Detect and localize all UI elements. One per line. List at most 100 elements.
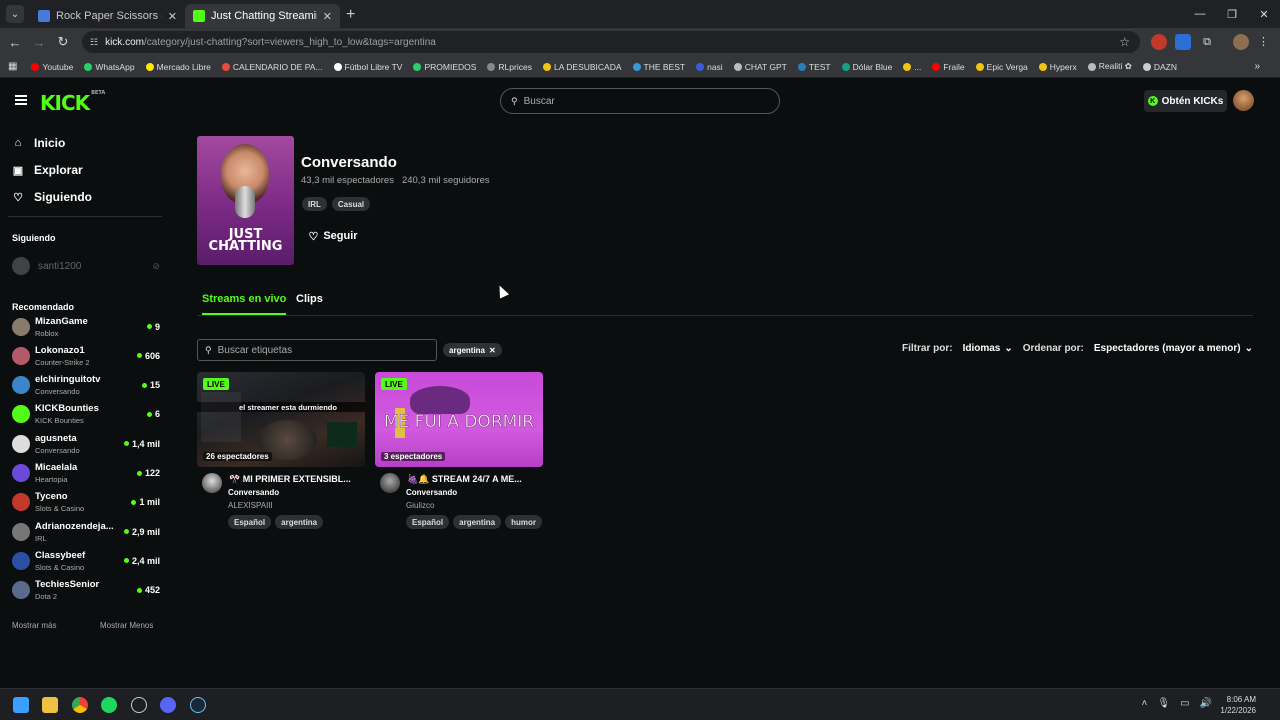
stream-tag[interactable]: Español xyxy=(228,515,272,529)
stream-card[interactable]: el streamer esta durmiendo LIVE 26 espec… xyxy=(197,372,365,533)
network-icon[interactable]: ▭ xyxy=(1180,698,1189,709)
site-info-icon[interactable]: ☷ xyxy=(90,37,98,48)
tag-search-input[interactable] xyxy=(217,344,418,356)
close-tab-icon[interactable]: ✕ xyxy=(323,10,332,23)
stream-category[interactable]: Conversando xyxy=(406,488,457,497)
following-channel[interactable]: santi1200 ⊘ xyxy=(12,257,160,275)
bookmark-item[interactable]: Fraile xyxy=(932,62,965,72)
volume-icon[interactable]: 🔊 xyxy=(1200,698,1212,709)
new-tab-icon[interactable]: + xyxy=(346,6,355,24)
show-less-button[interactable]: Mostrar Menos xyxy=(100,621,153,630)
clock[interactable]: 8:06 AM 1/22/2026 xyxy=(1220,694,1256,716)
bookmark-item[interactable]: Fútbol Libre TV xyxy=(333,62,402,72)
stream-card[interactable]: ME FUI A DORMIR LIVE 3 espectadores 🍇🔔 S… xyxy=(375,372,543,533)
bookmark-item[interactable]: RLprices xyxy=(487,62,532,72)
stream-title[interactable]: 🍇🔔 STREAM 24/7 A ME... xyxy=(407,474,542,485)
tag-search[interactable]: ⚲ xyxy=(197,339,437,361)
recommended-channel[interactable]: Micaelala Heartopia 122 xyxy=(12,459,160,488)
maximize-icon[interactable]: ❐ xyxy=(1216,0,1248,28)
kick-logo[interactable]: KICK BETA xyxy=(40,90,105,115)
more-bookmarks-icon[interactable]: » xyxy=(1254,61,1260,72)
menu-icon[interactable] xyxy=(15,95,27,105)
recommended-channel[interactable]: Tyceno Slots & Casino 1 mil xyxy=(12,488,160,517)
language-dropdown[interactable]: Idiomas ⌄ xyxy=(963,343,1013,354)
windows-start-icon[interactable] xyxy=(13,697,29,713)
steam-icon[interactable] xyxy=(190,697,206,713)
bookmark-star-icon[interactable]: ☆ xyxy=(1119,35,1130,49)
user-avatar[interactable] xyxy=(1233,90,1254,111)
chrome-icon[interactable] xyxy=(72,697,88,713)
forward-icon[interactable]: → xyxy=(27,35,51,50)
apps-icon[interactable]: ▦ xyxy=(8,61,17,72)
extension-icon[interactable] xyxy=(1175,34,1191,50)
tab-search-icon[interactable]: ⌄ xyxy=(6,5,24,23)
bookmark-item[interactable]: Hyperx xyxy=(1038,62,1077,72)
address-bar[interactable]: ☷ kick.com /category/just-chatting?sort=… xyxy=(82,31,1140,53)
streamer-name[interactable]: ALEXISPAIII xyxy=(228,501,273,510)
bookmark-item[interactable]: ... xyxy=(903,62,921,72)
close-window-icon[interactable]: ✕ xyxy=(1248,0,1280,28)
recommended-channel[interactable]: TechiesSenior Dota 2 452 xyxy=(12,576,160,605)
minimize-icon[interactable]: — xyxy=(1184,0,1216,28)
close-tab-icon[interactable]: ✕ xyxy=(168,10,177,23)
bookmark-item[interactable]: DAZN xyxy=(1142,62,1177,72)
recommended-channel[interactable]: agusneta Conversando 1,4 mil xyxy=(12,429,160,458)
stream-tag[interactable]: humor xyxy=(505,515,543,529)
back-icon[interactable]: ← xyxy=(3,35,27,50)
show-more-button[interactable]: Mostrar más xyxy=(12,621,56,630)
recommended-channel[interactable]: Lokonazo1 Counter-Strike 2 606 xyxy=(12,341,160,370)
stream-title[interactable]: 🎌 MI PRIMER EXTENSIBL... xyxy=(229,474,364,485)
stream-tag[interactable]: Español xyxy=(406,515,450,529)
bookmark-item[interactable]: LA DESUBICADA xyxy=(542,62,622,72)
browser-tab-1[interactable]: Rock Paper Scissors - Play Onli ✕ xyxy=(30,4,185,28)
sort-dropdown[interactable]: Espectadores (mayor a menor) ⌄ xyxy=(1094,343,1253,354)
recommended-channel[interactable]: Adrianozendeja... IRL 2,9 mil xyxy=(12,517,160,546)
bookmark-item[interactable]: Youtube xyxy=(31,62,73,72)
streamer-name[interactable]: Giulizco xyxy=(406,501,434,510)
tab-clips[interactable]: Clips xyxy=(296,293,323,315)
get-kicks-button[interactable]: K Obtén KICKs xyxy=(1144,90,1227,112)
nav-following[interactable]: ♡ Siguiendo xyxy=(12,190,92,204)
chevron-up-icon[interactable]: ˄ xyxy=(1142,698,1148,709)
streamer-avatar[interactable] xyxy=(380,473,400,493)
stream-thumbnail[interactable]: el streamer esta durmiendo LIVE 26 espec… xyxy=(197,372,365,467)
bookmark-item[interactable]: THE BEST xyxy=(632,62,685,72)
stream-tag[interactable]: argentina xyxy=(453,515,502,529)
category-tag[interactable]: IRL xyxy=(302,197,327,211)
recommended-channel[interactable]: KICKBounties KICK Bounties 6 xyxy=(12,400,160,429)
bookmark-item[interactable]: Dólar Blue xyxy=(841,62,892,72)
streamer-avatar[interactable] xyxy=(202,473,222,493)
bookmark-item[interactable]: Epic Verga xyxy=(975,62,1028,72)
profile-avatar[interactable] xyxy=(1233,34,1249,50)
bookmark-item[interactable]: WhatsApp xyxy=(84,62,135,72)
follow-button[interactable]: ♡ Seguir xyxy=(301,224,365,248)
spotify-icon[interactable] xyxy=(101,697,117,713)
search-input[interactable] xyxy=(523,95,656,107)
active-tag-chip[interactable]: argentina ✕ xyxy=(443,343,502,357)
nav-explore[interactable]: ▣ Explorar xyxy=(12,163,83,177)
discord-icon[interactable] xyxy=(160,697,176,713)
remove-tag-icon[interactable]: ✕ xyxy=(489,346,496,355)
extension-icon[interactable] xyxy=(1151,34,1167,50)
bookmark-item[interactable]: CHAT GPT xyxy=(733,62,787,72)
extensions-puzzle-icon[interactable]: ⧉ xyxy=(1199,34,1215,50)
file-explorer-icon[interactable] xyxy=(42,697,58,713)
reload-icon[interactable]: ↻ xyxy=(51,34,75,50)
recommended-channel[interactable]: MizanGame Roblox 9 xyxy=(12,312,160,341)
category-tag[interactable]: Casual xyxy=(331,197,371,211)
bookmark-item[interactable]: nasi xyxy=(696,62,723,72)
recommended-channel[interactable]: elchiringuitotv Conversando 15 xyxy=(12,371,160,400)
bookmark-item[interactable]: Realiti ✿ xyxy=(1087,61,1132,72)
browser-menu-icon[interactable]: ⋮ xyxy=(1258,34,1274,50)
stream-tag[interactable]: argentina xyxy=(275,515,324,529)
microphone-icon[interactable]: 🎙 xyxy=(1157,698,1170,709)
bookmark-item[interactable]: Mercado Libre xyxy=(145,62,211,72)
nav-home[interactable]: ⌂ Inicio xyxy=(12,136,66,150)
tab-live-streams[interactable]: Streams en vivo xyxy=(202,293,287,315)
stream-thumbnail[interactable]: ME FUI A DORMIR LIVE 3 espectadores xyxy=(375,372,543,467)
bookmark-item[interactable]: CALENDARIO DE PA... xyxy=(221,62,323,72)
stream-category[interactable]: Conversando xyxy=(228,488,279,497)
browser-tab-2[interactable]: Just Chatting Streaming - Live S ✕ xyxy=(185,4,340,28)
recommended-channel[interactable]: Classybeef Slots & Casino 2,4 mil xyxy=(12,546,160,575)
bookmark-item[interactable]: PROMIEDOS xyxy=(413,62,476,72)
